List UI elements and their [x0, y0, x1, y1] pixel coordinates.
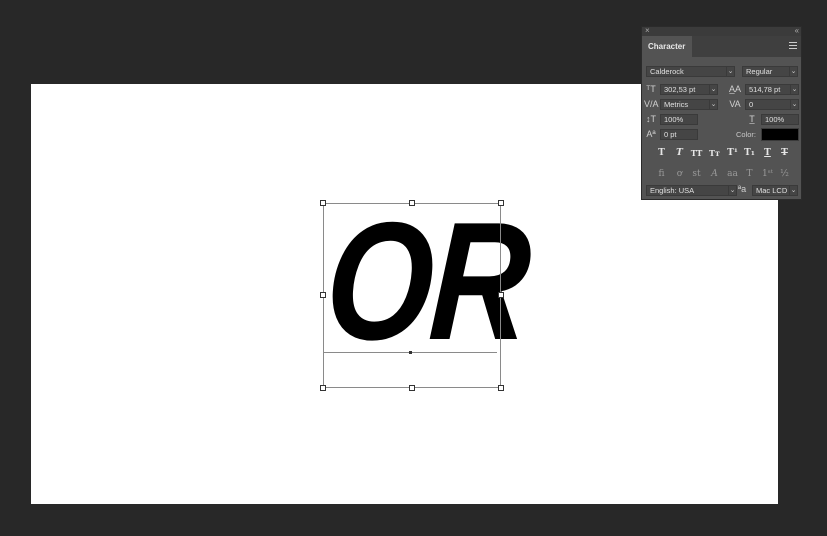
antialias-select[interactable]: Mac LCD	[752, 185, 790, 196]
transform-handle-bottom-right[interactable]	[498, 385, 504, 391]
vertical-scale-icon: ↕T	[646, 114, 656, 124]
chevron-down-icon[interactable]: ⌄	[790, 84, 799, 95]
color-label: Color:	[736, 130, 757, 139]
font-style-select[interactable]: Regular	[742, 66, 790, 77]
language-select[interactable]: English: USA	[646, 185, 730, 196]
vertical-scale-field[interactable]: 100%	[660, 114, 698, 125]
superscript-button[interactable]: T¹	[725, 147, 740, 159]
chevron-down-icon[interactable]: ⌄	[790, 99, 799, 110]
panel-title-bar[interactable]: × ‹‹	[642, 26, 801, 36]
baseline-shift-field[interactable]: 0 pt	[660, 129, 698, 140]
panel-tab-bar: Character	[642, 36, 801, 57]
kerning-select[interactable]: Metrics	[660, 99, 710, 110]
text-anchor-point	[409, 351, 412, 354]
transform-handle-top-center[interactable]	[409, 200, 415, 206]
faux-italic-button[interactable]: T	[672, 147, 687, 159]
font-family-select[interactable]: Calderock	[646, 66, 728, 77]
chevron-down-icon[interactable]: ⌄	[726, 66, 735, 77]
all-caps-button[interactable]: TT	[689, 147, 704, 159]
fractions-button[interactable]: ½	[777, 168, 792, 180]
ordinals-button[interactable]: 1ˢᵗ	[760, 168, 775, 180]
contextual-alternates-button[interactable]: ơ	[672, 168, 687, 180]
tracking-icon: VA	[729, 99, 741, 109]
chevron-down-icon[interactable]: ⌄	[709, 84, 718, 95]
swash-button[interactable]: A	[707, 168, 722, 180]
chevron-down-icon[interactable]: ⌄	[789, 185, 798, 196]
transform-handle-bottom-center[interactable]	[409, 385, 415, 391]
horizontal-scale-icon: T̲	[749, 114, 755, 124]
ligatures-button[interactable]: ﬁ	[654, 168, 669, 180]
discretionary-ligatures-button[interactable]: st	[689, 168, 704, 180]
leading-field[interactable]: 514,78 pt	[745, 84, 791, 95]
subscript-button[interactable]: T₁	[742, 147, 757, 159]
collapse-icon[interactable]: ‹‹	[795, 26, 799, 35]
menu-icon[interactable]	[789, 42, 797, 49]
transform-handle-top-left[interactable]	[320, 200, 326, 206]
tracking-select[interactable]: 0	[745, 99, 791, 110]
transform-handle-top-right[interactable]	[498, 200, 504, 206]
horizontal-scale-field[interactable]: 100%	[761, 114, 799, 125]
chevron-down-icon[interactable]: ⌄	[709, 99, 718, 110]
baseline-shift-icon: Aª	[646, 129, 656, 139]
underline-button[interactable]: T	[760, 147, 775, 159]
tab-character[interactable]: Character	[642, 36, 692, 57]
transform-handle-bottom-left[interactable]	[320, 385, 326, 391]
transform-bounding-box[interactable]	[323, 203, 501, 388]
titling-alternates-button[interactable]: T	[742, 168, 757, 180]
faux-bold-button[interactable]: T	[654, 147, 669, 159]
stylistic-alternates-button[interactable]: aa	[725, 168, 740, 180]
kerning-icon: V/A	[644, 99, 659, 109]
chevron-down-icon[interactable]: ⌄	[789, 66, 798, 77]
text-color-swatch[interactable]	[761, 128, 799, 141]
character-panel: × ‹‹ Character Calderock ⌄ Regular ⌄ ᵀT …	[641, 26, 802, 200]
antialias-icon: ªa	[737, 184, 747, 194]
strikethrough-button[interactable]: T	[777, 147, 792, 159]
close-icon[interactable]: ×	[645, 26, 650, 35]
font-size-field[interactable]: 302,53 pt	[660, 84, 710, 95]
transform-handle-middle-right[interactable]	[498, 292, 504, 298]
leading-icon: A̲A	[728, 84, 741, 94]
small-caps-button[interactable]: Tт	[707, 147, 722, 159]
transform-handle-middle-left[interactable]	[320, 292, 326, 298]
font-size-icon: ᵀT	[646, 84, 656, 94]
